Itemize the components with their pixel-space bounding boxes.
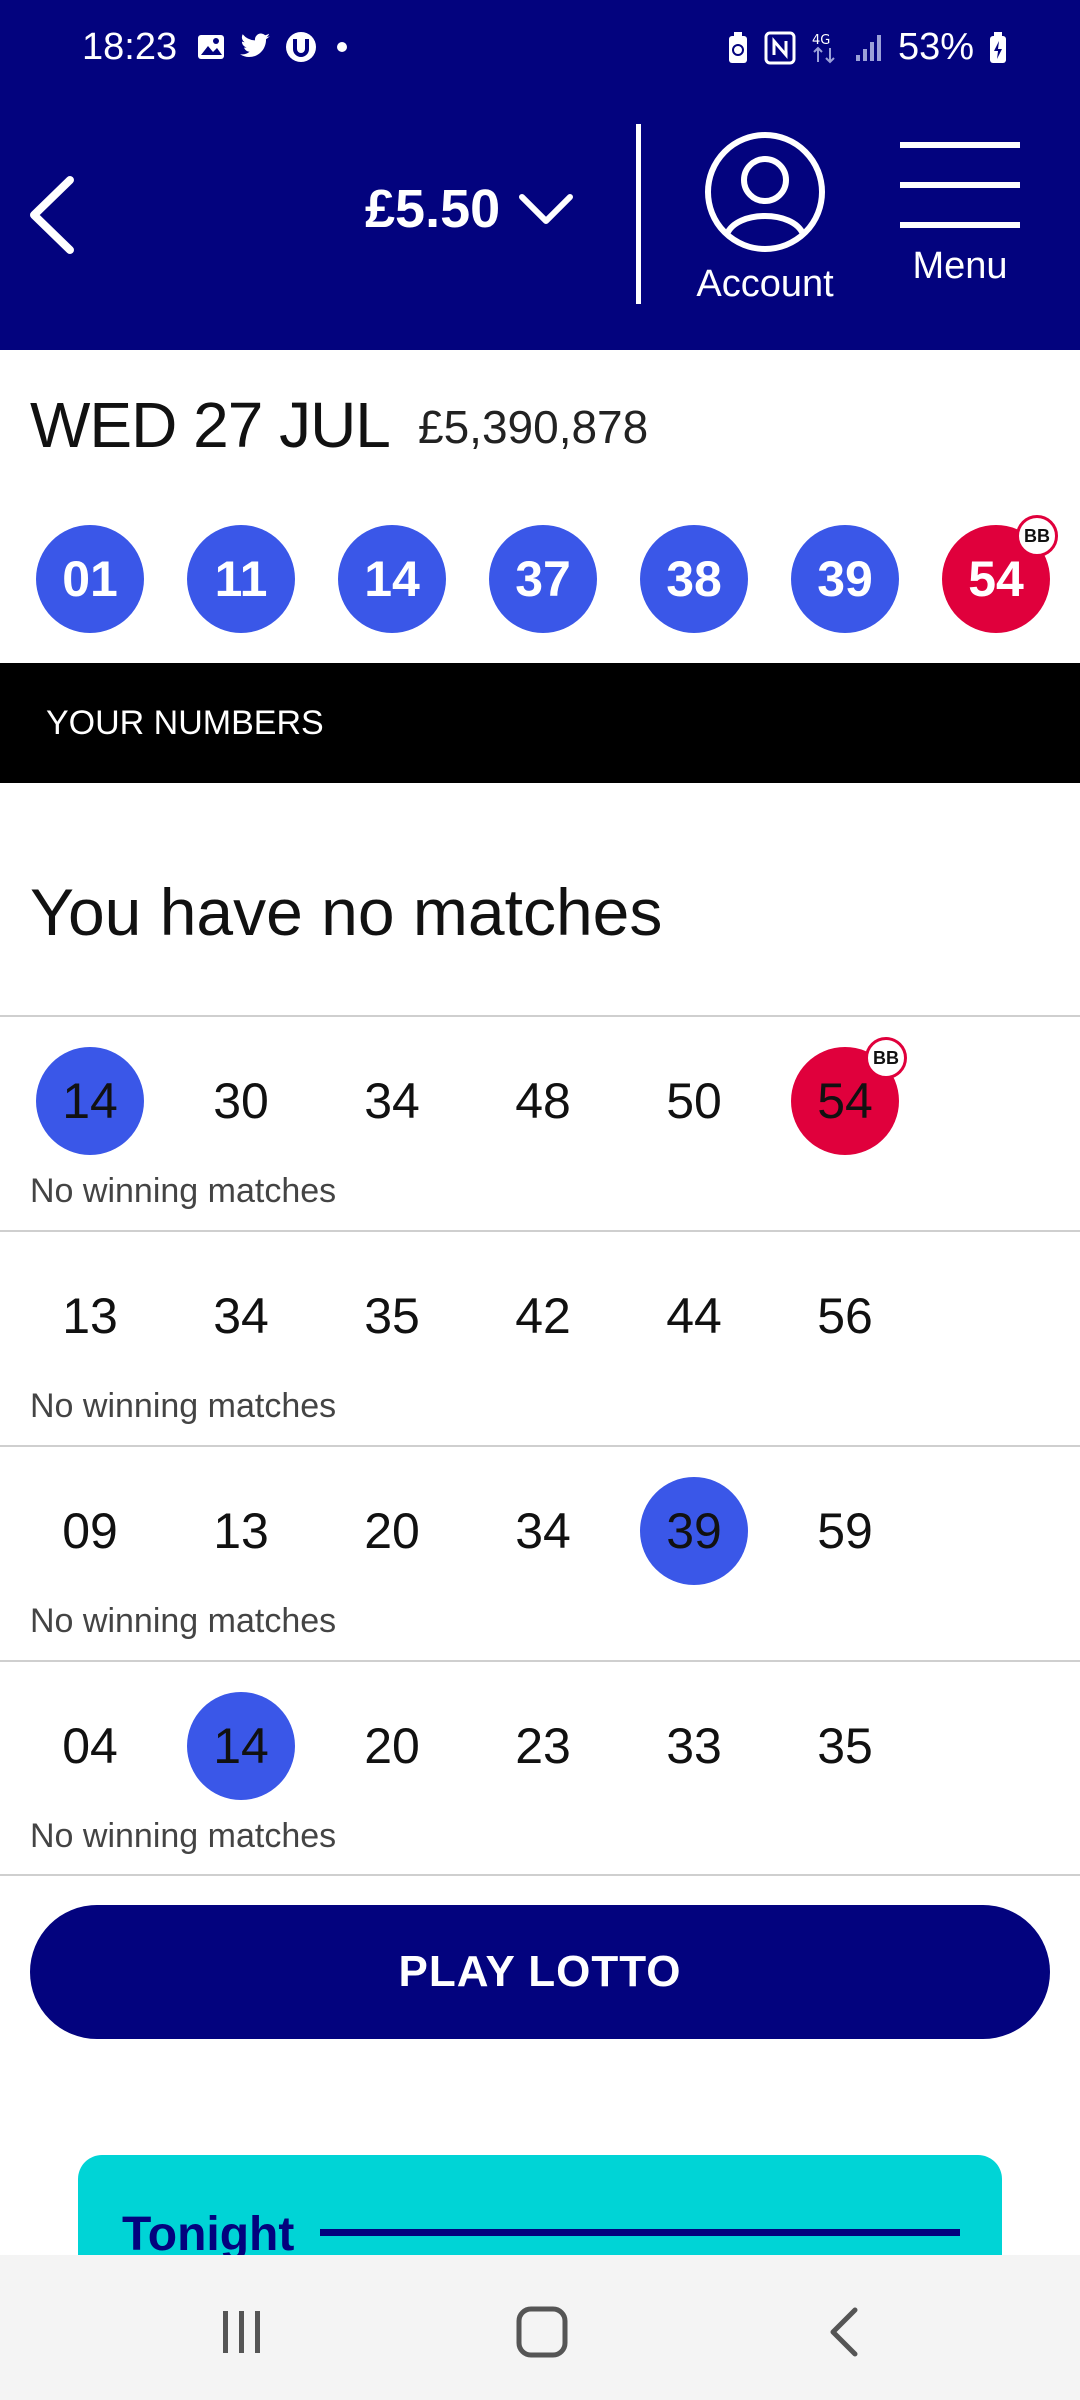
promo-title: Tonight: [122, 2208, 295, 2261]
ticket-number: 42: [515, 1288, 571, 1344]
ticket-number: 33: [666, 1718, 722, 1774]
bonus-ball-number: 54: [968, 551, 1024, 607]
ticket-number: 35: [817, 1718, 873, 1774]
back-icon: [830, 2307, 858, 2357]
twitter-notification-icon: [238, 32, 272, 62]
chevron-down-icon: [519, 194, 574, 224]
ticket-number-matched: 39: [640, 1477, 748, 1585]
results-summary: You have no matches: [30, 875, 663, 949]
promo-rule: [320, 2229, 960, 2236]
draw-jackpot: £5,390,878: [418, 401, 649, 453]
battery-charging-icon: [988, 31, 1008, 65]
ticket-number: 34: [515, 1503, 571, 1559]
winning-ball: 14: [338, 525, 446, 633]
ticket-line: 14 30 34 48 50 54 BB No winning matches: [0, 1015, 1080, 1232]
status-bar: 18:23 4G 53%: [0, 0, 1080, 100]
ticket-number: 23: [515, 1718, 571, 1774]
divider: [0, 1874, 1080, 1876]
ticket-number: 59: [817, 1503, 873, 1559]
ticket-number: 09: [62, 1503, 118, 1559]
play-lotto-button[interactable]: PLAY LOTTO: [30, 1905, 1050, 2039]
app-notification-icon: [284, 30, 318, 64]
ticket-number: 48: [515, 1073, 571, 1129]
ticket-number: 35: [364, 1288, 420, 1344]
winning-ball: 37: [489, 525, 597, 633]
ticket-number: 44: [666, 1288, 722, 1344]
line-status: No winning matches: [30, 1172, 337, 1210]
menu-button[interactable]: Menu: [890, 140, 1030, 288]
ticket-line: 04 14 20 23 33 35 No winning matches: [0, 1660, 1080, 1877]
ticket-line: 13 34 35 42 44 56 No winning matches: [0, 1230, 1080, 1447]
line-status: No winning matches: [30, 1817, 337, 1855]
ticket-number-matched: 14: [187, 1692, 295, 1800]
home-icon: [516, 2306, 568, 2358]
winning-ball: 39: [791, 525, 899, 633]
ticket-number: 34: [364, 1073, 420, 1129]
your-numbers-header: YOUR NUMBERS: [0, 663, 1080, 783]
menu-label: Menu: [912, 245, 1008, 287]
home-button[interactable]: [502, 2297, 582, 2367]
winning-ball: 01: [36, 525, 144, 633]
balance-dropdown[interactable]: £5.50: [365, 178, 574, 240]
bonus-ball-badge: BB: [865, 1037, 907, 1079]
ticket-number-matched: 14: [36, 1047, 144, 1155]
battery-saver-icon: [726, 31, 750, 65]
ticket-number: 04: [62, 1718, 118, 1774]
account-label: Account: [696, 263, 834, 305]
ticket-number: 13: [213, 1503, 269, 1559]
winning-ball: 11: [187, 525, 295, 633]
ticket-number: 20: [364, 1503, 420, 1559]
battery-percent: 53%: [897, 26, 974, 68]
ticket-number: 20: [364, 1718, 420, 1774]
header-divider: [636, 124, 641, 304]
draw-date: WED 27 JUL: [30, 389, 391, 461]
ticket-number: 56: [817, 1288, 873, 1344]
nfc-icon: [764, 31, 796, 65]
system-navigation-bar: [0, 2255, 1080, 2400]
back-button[interactable]: [20, 170, 90, 260]
bonus-ball-badge: BB: [1016, 515, 1058, 557]
more-notifications-dot-icon: [330, 35, 354, 59]
ticket-number: 34: [213, 1288, 269, 1344]
app-header: 18:23 4G 53% £5.50 Account Menu: [0, 0, 1080, 350]
balance-amount: £5.50: [365, 179, 501, 239]
mobile-data-4g-icon: 4G: [810, 31, 840, 65]
system-back-button[interactable]: [806, 2297, 886, 2367]
status-time: 18:23: [82, 26, 178, 68]
gallery-notification-icon: [196, 32, 226, 62]
chevron-left-icon: [30, 176, 74, 254]
recent-apps-button[interactable]: [202, 2297, 282, 2367]
ticket-number: 50: [666, 1073, 722, 1129]
winning-numbers: 01 11 14 37 38 39 54 BB: [36, 515, 1058, 635]
ticket-line: 09 13 20 34 39 59 No winning matches: [0, 1445, 1080, 1662]
account-button[interactable]: Account: [680, 130, 850, 306]
recent-apps-icon: [223, 2311, 260, 2353]
section-title: YOUR NUMBERS: [46, 703, 324, 742]
signal-strength-icon: [854, 33, 884, 63]
hamburger-menu-icon: [900, 142, 1020, 228]
line-status: No winning matches: [30, 1387, 337, 1425]
winning-ball: 38: [640, 525, 748, 633]
user-icon: [705, 132, 825, 252]
ticket-number: 30: [213, 1073, 269, 1129]
line-status: No winning matches: [30, 1602, 337, 1640]
svg-text:4G: 4G: [812, 33, 830, 48]
ticket-number: 13: [62, 1288, 118, 1344]
